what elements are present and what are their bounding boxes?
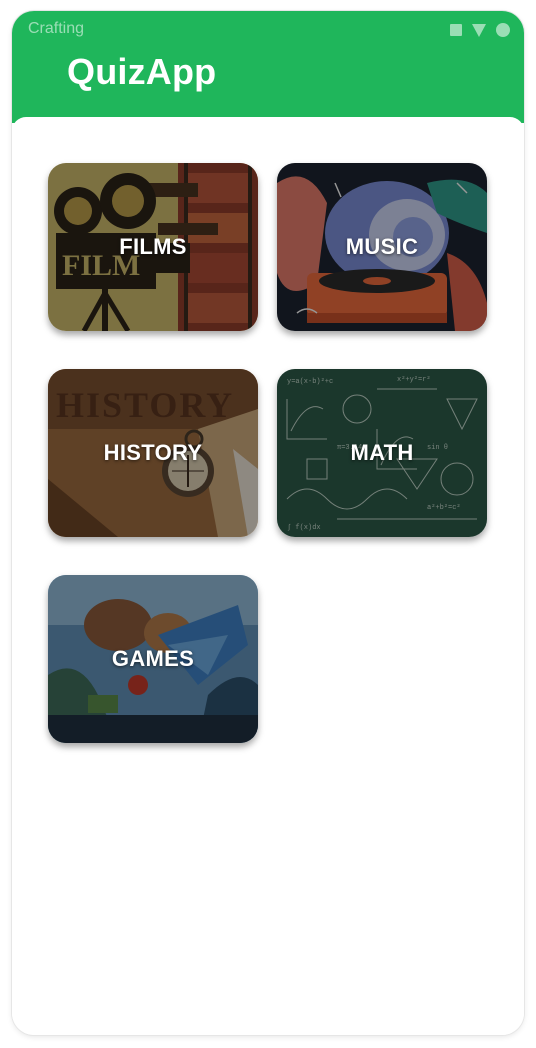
- category-label: MATH: [350, 440, 414, 465]
- circle-icon: [496, 23, 510, 37]
- status-icons: [450, 23, 510, 37]
- wifi-triangle-icon: [472, 23, 486, 37]
- category-card-history[interactable]: HISTORY HISTORY: [48, 369, 258, 537]
- category-label: HISTORY: [103, 440, 203, 465]
- category-label: GAMES: [111, 646, 195, 671]
- category-label: MUSIC: [345, 234, 419, 259]
- app-bar: Crafting QuizApp: [12, 11, 524, 123]
- status-bar: Crafting: [12, 11, 524, 49]
- status-app-label: Crafting: [28, 20, 85, 37]
- category-grid: FILM FILMS MUSIC HISTORY HISTORY y=a(x-b…: [12, 117, 524, 1035]
- phone-screen: Crafting QuizApp FILM FILMS MUSIC HISTOR…: [12, 11, 524, 1035]
- category-card-math[interactable]: y=a(x-b)²+c x²+y²=r² π=3.14 ∫ f(x)dx sin…: [277, 369, 487, 537]
- square-icon: [450, 24, 462, 36]
- category-card-films[interactable]: FILM FILMS: [48, 163, 258, 331]
- category-label: FILMS: [119, 234, 187, 259]
- app-title: QuizApp: [67, 51, 217, 92]
- category-card-music[interactable]: MUSIC: [277, 163, 487, 331]
- category-card-games[interactable]: GAMES: [48, 575, 258, 743]
